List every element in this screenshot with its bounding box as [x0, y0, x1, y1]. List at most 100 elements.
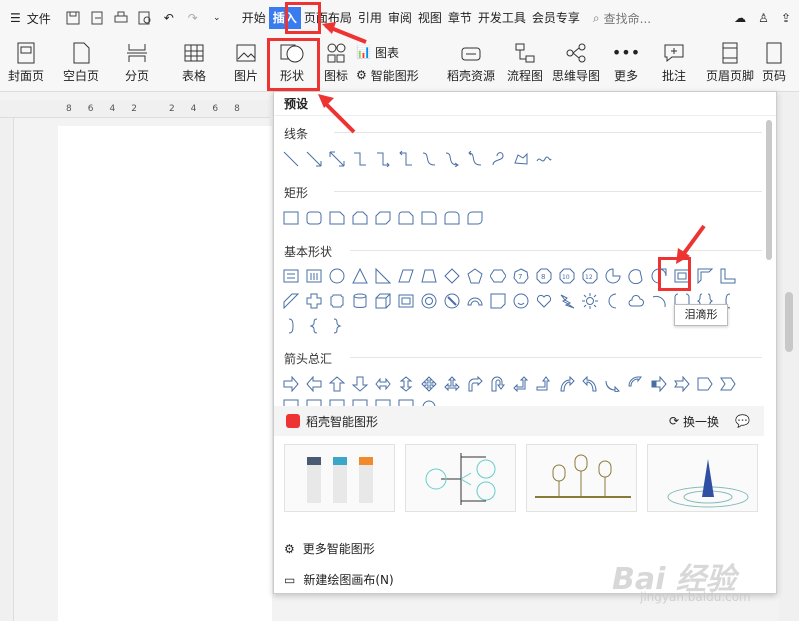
curved-connector-shape[interactable] [420, 150, 438, 168]
elbow-double-arrow-shape[interactable] [397, 150, 415, 168]
textbox-shape[interactable] [282, 267, 300, 285]
feedback-icon[interactable]: 💬 [735, 414, 750, 428]
panel-scrollbar[interactable] [766, 120, 772, 260]
smart-graphic-button[interactable]: ⚙ 智能图形 [356, 67, 440, 84]
vertical-textbox-shape[interactable] [305, 267, 323, 285]
down-arrow-shape[interactable] [351, 375, 369, 393]
round-corner-rect-shape[interactable] [420, 209, 438, 227]
elbow-arrow-connector-shape[interactable] [374, 150, 392, 168]
tab-insert[interactable]: 插入 [268, 7, 301, 29]
page-break-button[interactable]: 分页 [110, 36, 164, 91]
donut-shape[interactable] [420, 292, 438, 310]
comment-button[interactable]: 批注 [648, 36, 700, 91]
chord-shape[interactable] [627, 267, 645, 285]
oval-shape[interactable] [328, 267, 346, 285]
refresh-button[interactable]: ⟳ 换一换 [669, 413, 719, 430]
left-right-arrow-shape[interactable] [374, 375, 392, 393]
up-arrow-shape[interactable] [328, 375, 346, 393]
tab-review[interactable]: 审阅 [385, 7, 415, 29]
smart-graphic-card[interactable] [405, 444, 516, 512]
down-arrow-callout-shape[interactable] [351, 398, 369, 406]
decagon-shape[interactable]: 10 [558, 267, 576, 285]
left-brace-shape[interactable] [305, 317, 323, 335]
snip-round-rect-shape[interactable] [397, 209, 415, 227]
rounded-rectangle-shape[interactable] [305, 209, 323, 227]
round-diagonal-rect-shape[interactable] [466, 209, 484, 227]
diamond-shape[interactable] [443, 267, 461, 285]
cube-shape[interactable] [374, 292, 392, 310]
smiley-face-shape[interactable] [512, 292, 530, 310]
icon-button[interactable]: 图标 [316, 36, 356, 91]
left-right-up-arrow-shape[interactable] [443, 375, 461, 393]
picture-button[interactable]: 图片 [224, 36, 268, 91]
tab-references[interactable]: 引用 [355, 7, 385, 29]
chart-button[interactable]: 📊 图表 [356, 44, 440, 61]
octagon-shape[interactable]: 8 [535, 267, 553, 285]
chevron-shape[interactable] [719, 375, 737, 393]
heptagon-shape[interactable]: 7 [512, 267, 530, 285]
up-down-arrow-callout-shape[interactable] [397, 398, 415, 406]
tab-member[interactable]: 会员专享 [529, 7, 583, 29]
page-number-button[interactable]: 页码 [760, 36, 788, 91]
smart-graphic-card[interactable] [284, 444, 395, 512]
tab-home[interactable]: 开始 [239, 7, 269, 29]
scroll-thumb[interactable] [785, 292, 793, 352]
right-bracket-shape[interactable] [282, 317, 300, 335]
undo-icon[interactable]: ↶ [161, 10, 177, 26]
can-shape[interactable] [351, 292, 369, 310]
heart-shape[interactable] [535, 292, 553, 310]
document-page[interactable] [58, 126, 272, 621]
plaque-shape[interactable] [328, 292, 346, 310]
elbow-connector-shape[interactable] [351, 150, 369, 168]
shapes-button[interactable]: 形状 [268, 36, 316, 91]
scribble-shape[interactable] [535, 150, 553, 168]
curved-up-arrow-shape[interactable] [604, 375, 622, 393]
smart-graphic-card[interactable] [647, 444, 758, 512]
save-icon[interactable] [65, 10, 81, 26]
freeform-shape[interactable] [512, 150, 530, 168]
tab-page-layout[interactable]: 页面布局 [301, 7, 355, 29]
frame-shape[interactable] [673, 267, 691, 285]
more-smart-graphics-item[interactable]: ⚙ 更多智能图形 [284, 540, 375, 557]
left-up-arrow-shape[interactable] [512, 375, 530, 393]
file-menu[interactable]: ☰ 文件 [10, 10, 51, 27]
pie-shape[interactable] [604, 267, 622, 285]
bent-arrow-shape[interactable] [466, 375, 484, 393]
double-arrow-line-shape[interactable] [328, 150, 346, 168]
lightning-bolt-shape[interactable] [558, 292, 576, 310]
half-frame-shape[interactable] [696, 267, 714, 285]
tab-developer[interactable]: 开发工具 [475, 7, 529, 29]
right-arrow-shape[interactable] [282, 375, 300, 393]
snip-corner-rect-shape[interactable] [328, 209, 346, 227]
quad-arrow-shape[interactable] [420, 375, 438, 393]
tab-sections[interactable]: 章节 [445, 7, 475, 29]
dodecagon-shape[interactable]: 12 [581, 267, 599, 285]
left-right-arrow-callout-shape[interactable] [374, 398, 392, 406]
curved-left-arrow-shape[interactable] [581, 375, 599, 393]
left-arrow-shape[interactable] [305, 375, 323, 393]
curve-shape[interactable] [489, 150, 507, 168]
vertical-scrollbar[interactable] [779, 92, 799, 621]
pentagon-shape[interactable] [466, 267, 484, 285]
curved-arrow-connector-shape[interactable] [443, 150, 461, 168]
right-brace-shape[interactable] [328, 317, 346, 335]
right-triangle-shape[interactable] [374, 267, 392, 285]
bent-up-arrow-shape[interactable] [535, 375, 553, 393]
line-shape[interactable] [282, 150, 300, 168]
blank-page-button[interactable]: 空白页 [52, 36, 110, 91]
header-footer-button[interactable]: 页眉页脚 [700, 36, 760, 91]
trapezoid-shape[interactable] [420, 267, 438, 285]
tab-view[interactable]: 视图 [415, 7, 445, 29]
share-icon[interactable]: ⇪ [781, 11, 791, 25]
chevron-down-icon[interactable]: ⌄ [209, 10, 225, 26]
command-search[interactable]: ⌕ 查找命... [593, 10, 651, 27]
block-arc-shape[interactable] [466, 292, 484, 310]
curved-double-arrow-shape[interactable] [466, 150, 484, 168]
parallelogram-shape[interactable] [397, 267, 415, 285]
new-canvas-item[interactable]: ▭ 新建绘图画布(N) [284, 571, 394, 588]
preview-icon[interactable] [137, 10, 153, 26]
right-arrow-callout-shape[interactable] [282, 398, 300, 406]
arc-shape[interactable] [650, 292, 668, 310]
more-button[interactable]: ••• 更多 [604, 36, 648, 91]
no-symbol-shape[interactable] [443, 292, 461, 310]
